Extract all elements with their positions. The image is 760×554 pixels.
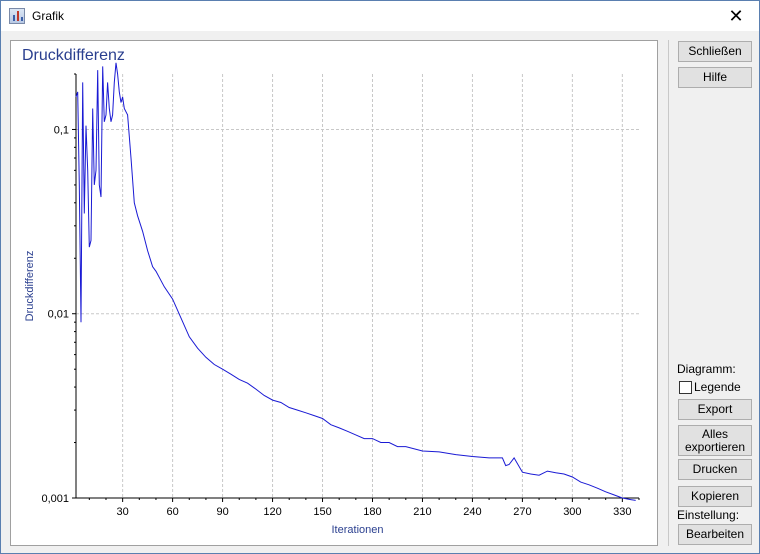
x-tick-label: 330 (613, 506, 631, 518)
x-tick-label: 120 (263, 506, 281, 518)
help-button[interactable]: Hilfe (678, 67, 752, 88)
export-all-line2: exportieren (684, 440, 746, 454)
copy-button[interactable]: Kopieren (678, 486, 752, 507)
panel-divider (668, 40, 669, 546)
legend-checkbox-label: Legende (694, 380, 741, 394)
chart: 30 60 90 120 150 180 210 240 270 300 330 0,1 0,01 0,0… (24, 62, 640, 536)
edit-button[interactable]: Bearbeiten (678, 524, 752, 545)
x-tick-label: 60 (166, 506, 178, 518)
x-tick-label: 270 (513, 506, 531, 518)
y-tick-label: 0,1 (54, 124, 69, 136)
y-tick-label: 0,001 (41, 493, 69, 505)
legend-checkbox[interactable] (679, 381, 692, 394)
x-tick-label: 90 (216, 506, 228, 518)
y-tick-label: 0,01 (48, 309, 69, 321)
close-button[interactable]: Schließen (678, 41, 752, 62)
setting-label: Einstellung: (677, 508, 740, 522)
title-bar: Grafik ✕ (1, 1, 759, 31)
graph-window: Grafik ✕ 30 60 90 120 150 180 210 240 270 300 330 0… (0, 0, 760, 554)
y-axis-label: Druckdifferenz (24, 251, 36, 322)
diagram-label: Diagramm: (677, 362, 736, 376)
x-tick-label: 180 (363, 506, 381, 518)
x-tick-label: 210 (413, 506, 431, 518)
chart-app-icon (9, 8, 25, 24)
x-tick-label: 300 (563, 506, 581, 518)
window-title: Grafik (32, 9, 65, 23)
series-line (75, 62, 636, 501)
chart-title: Druckdifferenz (22, 47, 125, 64)
export-all-button[interactable]: Alles exportieren (678, 425, 752, 456)
x-tick-label: 240 (463, 506, 481, 518)
chart-panel: 30 60 90 120 150 180 210 240 270 300 330 0,1 0,01 0,0… (10, 40, 658, 546)
print-button[interactable]: Drucken (678, 459, 752, 480)
close-icon[interactable]: ✕ (713, 1, 759, 31)
x-axis-label: Iterationen (332, 524, 384, 536)
export-button[interactable]: Export (678, 399, 752, 420)
x-tick-label: 150 (313, 506, 331, 518)
export-all-line1: Alles (701, 427, 728, 441)
x-tick-label: 30 (117, 506, 129, 518)
